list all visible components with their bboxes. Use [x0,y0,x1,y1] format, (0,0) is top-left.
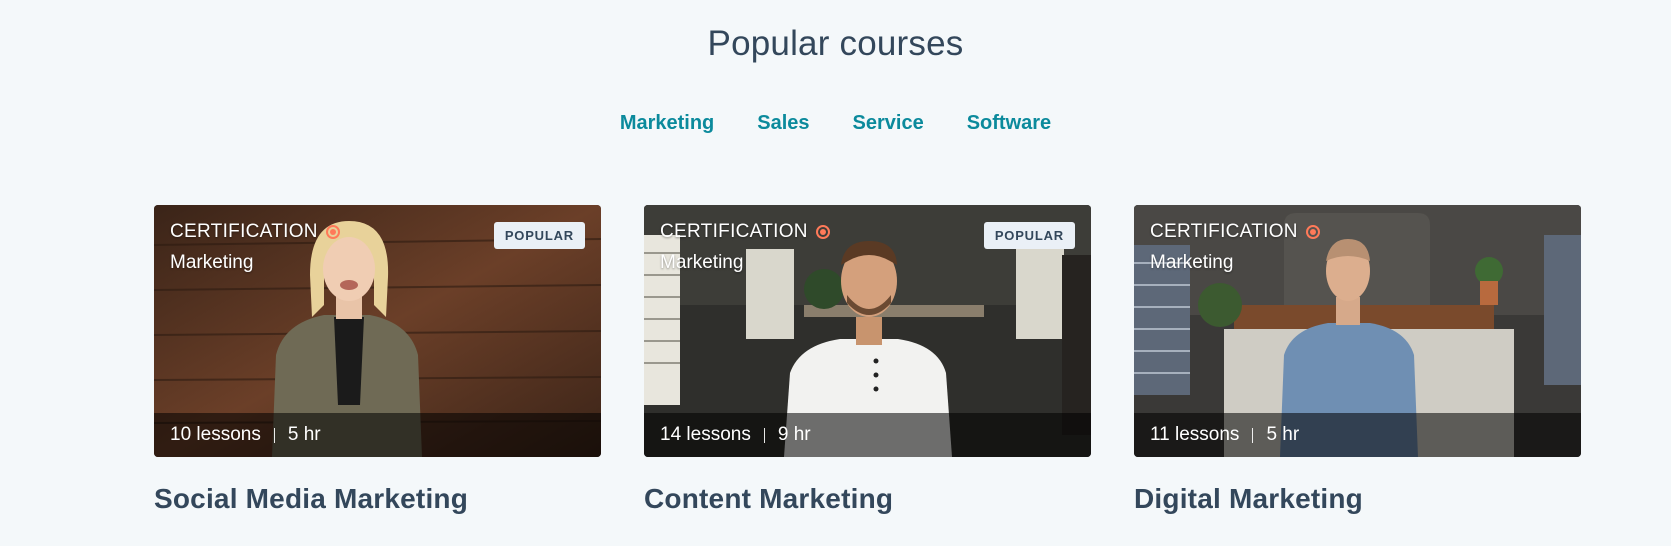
course-duration: 5 hr [1266,424,1300,445]
course-category: Marketing [660,252,744,273]
popular-badge: POPULAR [493,222,585,249]
course-meta-bar: 11 lessons 5 hr [1134,413,1581,457]
course-category: Marketing [1150,252,1234,273]
course-meta-bar: 14 lessons 9 hr [644,413,1091,457]
course-thumbnail[interactable]: CERTIFICATION Marketing POPULAR 10 lesso… [154,205,601,457]
meta-divider [273,427,275,443]
certification-icon [325,225,340,239]
certification-icon [815,225,830,239]
popular-badge: POPULAR [983,222,1075,249]
certification-text: CERTIFICATION [1150,221,1298,242]
certification-icon [1305,225,1320,239]
course-meta-bar: 10 lessons 5 hr [154,413,601,457]
course-card-list: CERTIFICATION Marketing POPULAR 10 lesso… [154,205,1581,515]
certification-label: CERTIFICATION [1150,221,1320,243]
course-duration: 9 hr [777,424,811,445]
course-category: Marketing [170,252,254,273]
tab-sales[interactable]: Sales [757,112,809,135]
tab-service[interactable]: Service [853,112,924,135]
course-duration: 5 hr [287,424,321,445]
course-title[interactable]: Digital Marketing [1134,483,1581,515]
course-card-digital-marketing[interactable]: CERTIFICATION Marketing 11 lessons 5 hr … [1134,205,1581,515]
certification-text: CERTIFICATION [170,221,318,242]
lesson-count: 11 lessons [1150,424,1240,445]
category-tabs: Marketing Sales Service Software [0,112,1671,135]
course-title[interactable]: Content Marketing [644,483,1091,515]
lesson-count: 10 lessons [170,424,261,445]
section-title: Popular courses [707,24,964,63]
course-card-social-media-marketing[interactable]: CERTIFICATION Marketing POPULAR 10 lesso… [154,205,601,515]
certification-text: CERTIFICATION [660,221,808,242]
course-card-content-marketing[interactable]: CERTIFICATION Marketing POPULAR 14 lesso… [644,205,1091,515]
tab-software[interactable]: Software [967,112,1051,135]
tab-marketing[interactable]: Marketing [620,112,714,135]
certification-label: CERTIFICATION [660,221,830,243]
course-title[interactable]: Social Media Marketing [154,483,601,515]
certification-label: CERTIFICATION [170,221,340,243]
meta-divider [1252,427,1254,443]
lesson-count: 14 lessons [660,424,751,445]
course-thumbnail[interactable]: CERTIFICATION Marketing POPULAR 14 lesso… [644,205,1091,457]
meta-divider [763,427,765,443]
course-thumbnail[interactable]: CERTIFICATION Marketing 11 lessons 5 hr [1134,205,1581,457]
